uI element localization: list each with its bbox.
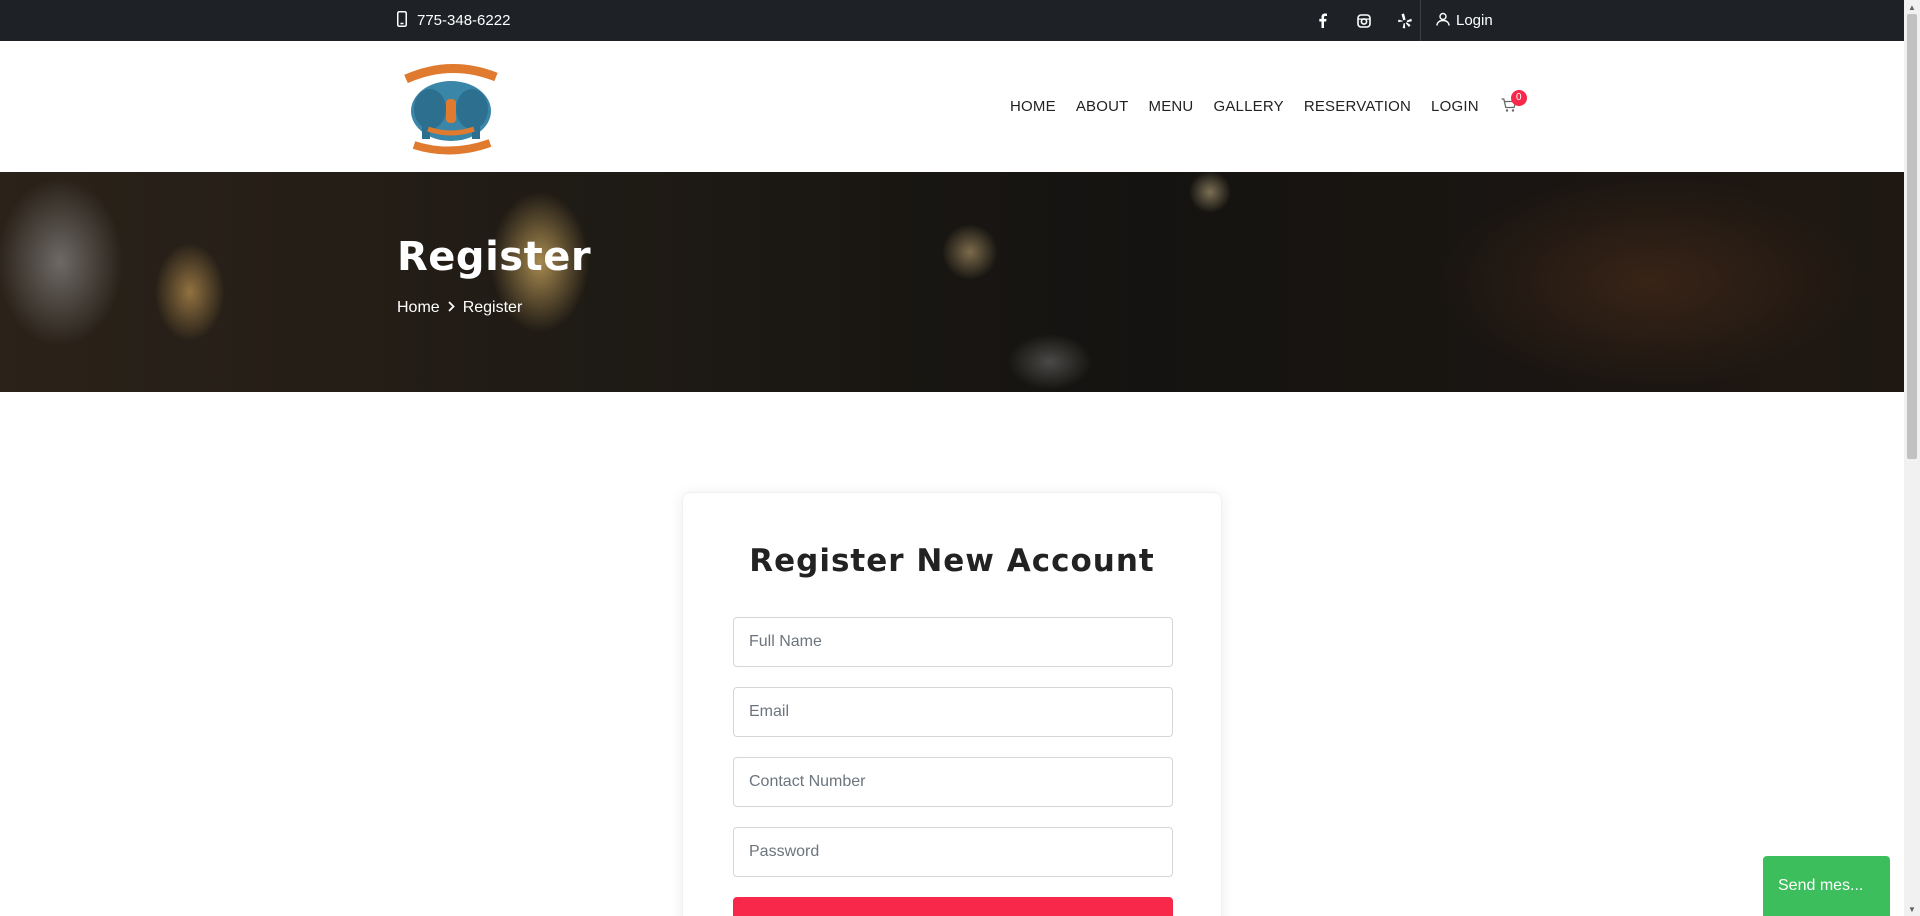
nav-reservation[interactable]: RESERVATION bbox=[1304, 98, 1411, 115]
breadcrumb-home[interactable]: Home bbox=[397, 299, 440, 317]
social-links bbox=[1302, 0, 1425, 41]
cart-button[interactable]: 0 bbox=[1501, 89, 1527, 117]
nav-login[interactable]: LOGIN bbox=[1431, 98, 1479, 115]
password-input[interactable] bbox=[733, 827, 1173, 877]
user-icon bbox=[1436, 12, 1450, 30]
instagram-icon[interactable] bbox=[1343, 0, 1384, 41]
register-submit-button[interactable] bbox=[733, 897, 1173, 916]
main-nav: HOME ABOUT MENU GALLERY RESERVATION LOGI… bbox=[1000, 41, 1527, 172]
page-banner: Register Home Register bbox=[0, 172, 1904, 392]
phone-contact[interactable]: 775-348-6222 bbox=[397, 0, 510, 41]
facebook-icon[interactable] bbox=[1302, 0, 1343, 41]
nav-menu[interactable]: MENU bbox=[1149, 98, 1194, 115]
cart-count-badge: 0 bbox=[1510, 89, 1527, 106]
banner-overlay bbox=[0, 172, 1904, 392]
nav-gallery[interactable]: GALLERY bbox=[1213, 98, 1283, 115]
send-message-label: Send mes... bbox=[1778, 877, 1864, 894]
contact-number-input[interactable] bbox=[733, 757, 1173, 807]
register-card: Register New Account bbox=[682, 492, 1222, 916]
site-header: HOME ABOUT MENU GALLERY RESERVATION LOGI… bbox=[0, 41, 1904, 172]
restaurant-logo[interactable] bbox=[400, 59, 502, 155]
scrollbar-thumb[interactable] bbox=[1907, 14, 1917, 459]
send-message-widget[interactable]: Send mes... bbox=[1763, 856, 1890, 916]
topbar-divider bbox=[1420, 0, 1421, 41]
chevron-right-icon bbox=[448, 299, 455, 317]
email-input[interactable] bbox=[733, 687, 1173, 737]
mobile-phone-icon bbox=[397, 10, 407, 31]
top-bar: 775-348-6222 Login bbox=[0, 0, 1904, 41]
form-title: Register New Account bbox=[749, 543, 1155, 579]
page-scrollbar[interactable]: ▲ ▼ bbox=[1904, 0, 1920, 916]
scroll-down-arrow-icon[interactable]: ▼ bbox=[1904, 902, 1920, 916]
topbar-login-link[interactable]: Login bbox=[1436, 0, 1493, 41]
full-name-input[interactable] bbox=[733, 617, 1173, 667]
scroll-up-arrow-icon[interactable]: ▲ bbox=[1904, 0, 1920, 14]
breadcrumb-current: Register bbox=[462, 299, 523, 316]
topbar-login-label: Login bbox=[1456, 12, 1493, 29]
phone-number: 775-348-6222 bbox=[417, 12, 511, 29]
nav-about[interactable]: ABOUT bbox=[1076, 98, 1129, 115]
page-title: Register bbox=[397, 234, 592, 280]
breadcrumb: Home Register bbox=[397, 299, 522, 317]
nav-home[interactable]: HOME bbox=[1010, 98, 1056, 115]
yelp-icon[interactable] bbox=[1384, 0, 1425, 41]
